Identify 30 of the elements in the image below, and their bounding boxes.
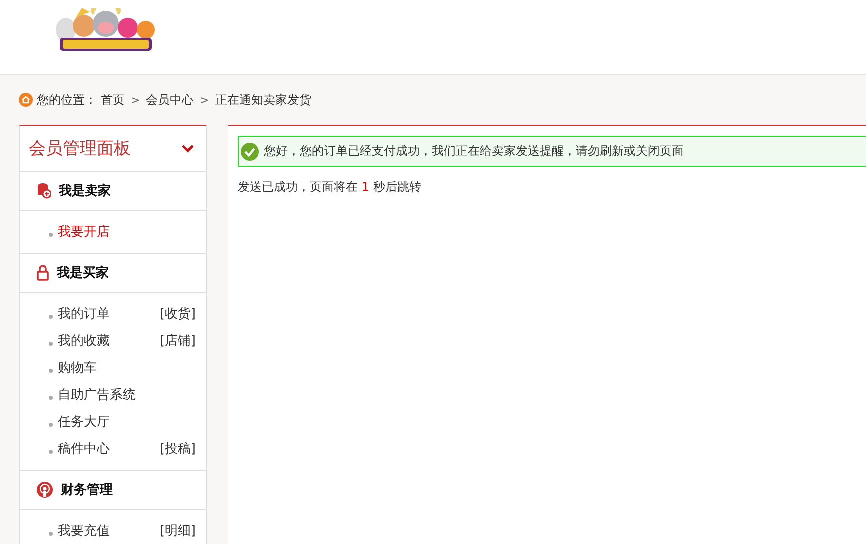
check-icon — [241, 142, 259, 160]
sidebar-link[interactable]: [收货] — [160, 304, 196, 322]
breadcrumb-current: 正在通知卖家发货 — [215, 92, 312, 108]
sidebar-link[interactable]: [店铺] — [160, 332, 196, 350]
chevron-icon[interactable] — [182, 144, 194, 152]
redirect-text: 发送已成功，页面将在 1 秒后跳转 — [238, 179, 422, 196]
sidebar-link[interactable]: [投稿] — [160, 440, 196, 458]
breadcrumb-label: 您的位置： — [37, 92, 97, 108]
section-title: 财务管理 — [61, 482, 113, 499]
coins-icon — [37, 183, 51, 199]
sidebar-link[interactable]: 稿件中心 — [58, 440, 110, 458]
panel-title: 会员管理面板 — [29, 138, 131, 160]
lock-icon — [37, 265, 49, 281]
sidebar-link[interactable]: 我要充值 — [58, 522, 110, 540]
breadcrumb-link[interactable]: 首页 — [101, 92, 125, 108]
home-icon — [19, 93, 33, 107]
sidebar-link[interactable]: [明细] — [160, 522, 196, 540]
sidebar-link[interactable]: 我的收藏 — [58, 332, 110, 350]
section-title: 我是卖家 — [59, 182, 111, 200]
breadcrumb-link[interactable]: 会员中心 — [146, 92, 194, 108]
broadcast-icon — [37, 482, 53, 498]
sidebar-link[interactable]: 我的订单 — [58, 304, 110, 322]
section-title: 我是买家 — [57, 264, 109, 282]
sidebar-link[interactable]: 我要开店 — [58, 222, 110, 240]
sidebar-link[interactable]: 自助广告系统 — [58, 386, 136, 404]
sidebar-link[interactable]: 购物车 — [58, 358, 97, 376]
sidebar-link[interactable]: 任务大厅 — [58, 412, 110, 430]
notice-text: 您好，您的订单已经支付成功，我们正在给卖家发送提醒，请勿刷新或关闭页面 — [264, 143, 684, 160]
breadcrumb-separator: > — [131, 94, 140, 106]
breadcrumb-separator: > — [200, 94, 210, 106]
